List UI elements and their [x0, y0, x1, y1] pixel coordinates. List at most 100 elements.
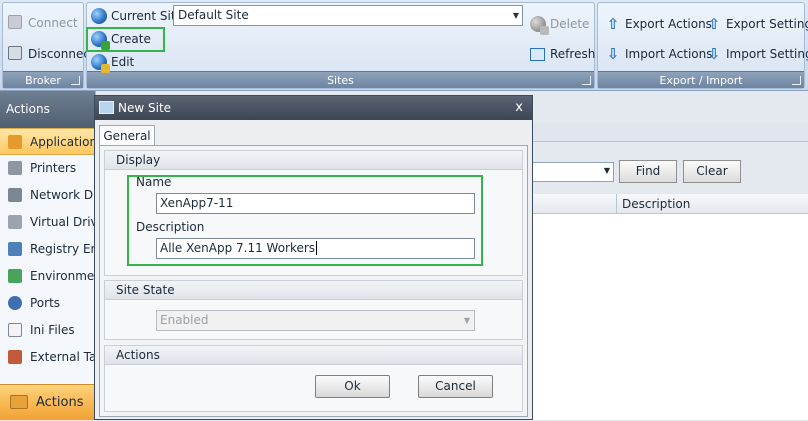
create-highlight: [86, 27, 165, 52]
name-label: Name: [136, 175, 172, 189]
import-arrow-icon: ⇩: [707, 45, 721, 63]
sidebar-footer-actions[interactable]: Actions: [0, 384, 95, 420]
ok-button[interactable]: Ok: [315, 375, 390, 398]
sidebar-item-label: Environment: [30, 269, 95, 283]
export-settings-label: Export Settings: [726, 17, 808, 31]
current-site-select[interactable]: Default Site ▼: [173, 5, 523, 26]
site-state-select[interactable]: Enabled ▼: [156, 310, 475, 331]
sidebar-item-printers[interactable]: Printers: [0, 155, 95, 182]
port-icon: [8, 296, 22, 310]
import-settings-button[interactable]: ⇩ Import Settings: [703, 44, 808, 64]
sidebar-item-label: Registry Entries: [30, 242, 95, 256]
ribbon-group-broker: Connect Disconnect Broker: [2, 2, 95, 89]
sidebar-item-label: Ports: [30, 296, 61, 310]
text-cursor: [316, 241, 318, 255]
ini-file-icon: [8, 323, 22, 337]
export-actions-button[interactable]: ⇧ Export Actions: [602, 14, 712, 34]
ribbon: Connect Disconnect Broker Sites Current …: [0, 0, 808, 91]
dialog-launcher-icon[interactable]: [792, 76, 801, 85]
environment-icon: [8, 269, 22, 283]
sidebar-item-label: Applications: [30, 135, 95, 149]
description-label: Description: [136, 220, 205, 234]
disconnect-label: Disconnect: [28, 47, 95, 61]
sidebar-item-external-tasks[interactable]: External Tasks: [0, 344, 95, 371]
disconnect-button[interactable]: Disconnect: [5, 44, 95, 64]
group-caption-export-import: Export / Import: [598, 71, 804, 88]
connect-label: Connect: [28, 16, 78, 30]
cancel-button[interactable]: Cancel: [418, 375, 493, 398]
import-actions-button[interactable]: ⇩ Import Actions: [602, 44, 713, 64]
edit-site-button[interactable]: Edit: [88, 52, 135, 73]
sidebar-item-virtual-drives[interactable]: Virtual Drives: [0, 209, 95, 236]
refresh-label: Refresh: [550, 47, 596, 61]
sidebar-item-label: Printers: [30, 161, 77, 175]
sidebar-item-label: Ini Files: [30, 323, 75, 337]
name-value: XenApp7-11: [160, 196, 234, 210]
sidebar-item-applications[interactable]: Applications: [0, 128, 95, 155]
sidebar-item-label: Virtual Drives: [30, 215, 95, 229]
background-search-select[interactable]: ▼: [530, 162, 614, 182]
sidebar-header: Actions: [0, 91, 95, 128]
new-site-dialog: New Site x General Display Name XenApp7-…: [94, 95, 533, 420]
sidebar-item-label: Network Drives: [30, 188, 95, 202]
current-site-label: Current Site: [88, 6, 183, 26]
close-icon[interactable]: x: [515, 96, 523, 120]
dialog-titlebar: New Site x: [95, 96, 532, 120]
display-section-heading: Display: [105, 151, 522, 170]
actions-section-heading: Actions: [105, 346, 522, 365]
background-tab-row: [530, 122, 808, 142]
site-state-value: Enabled: [160, 313, 209, 327]
external-task-icon: [8, 350, 22, 364]
export-arrow-icon: ⇧: [707, 15, 721, 33]
printer-icon: [8, 161, 22, 175]
tab-general[interactable]: General: [99, 125, 155, 147]
applications-icon: [8, 135, 22, 149]
globe-icon: [91, 8, 107, 24]
name-field[interactable]: XenApp7-11: [156, 193, 475, 214]
group-caption-sites: Sites: [87, 71, 594, 88]
dialog-title: New Site: [118, 101, 172, 115]
export-actions-label: Export Actions: [625, 17, 712, 31]
sidebar-item-ini-files[interactable]: Ini Files: [0, 317, 95, 344]
find-button[interactable]: Find: [619, 160, 677, 183]
dialog-launcher-icon[interactable]: [71, 76, 80, 85]
export-arrow-icon: ⇧: [606, 15, 620, 33]
import-settings-label: Import Settings: [726, 47, 808, 61]
sidebar-item-ports[interactable]: Ports: [0, 290, 95, 317]
actions-grid: Description: [530, 194, 808, 420]
disconnect-icon: [8, 46, 22, 60]
registry-icon: [8, 242, 22, 256]
import-arrow-icon: ⇩: [606, 45, 620, 63]
current-site-value: Default Site: [178, 8, 249, 22]
sidebar-item-network-drives[interactable]: Network Drives: [0, 182, 95, 209]
sidebar-item-label: External Tasks: [30, 350, 95, 364]
description-field[interactable]: Alle XenApp 7.11 Workers: [156, 238, 475, 259]
delete-label: Delete: [550, 17, 590, 31]
globe-delete-icon: [530, 16, 549, 35]
import-actions-label: Import Actions: [625, 47, 713, 61]
clear-button[interactable]: Clear: [683, 160, 741, 183]
export-settings-button[interactable]: ⇧ Export Settings: [703, 14, 808, 34]
delete-site-button[interactable]: Delete: [527, 14, 590, 35]
connect-button[interactable]: Connect: [5, 13, 78, 33]
sidebar-item-registry-entries[interactable]: Registry Entries: [0, 236, 95, 263]
globe-edit-icon: [91, 54, 110, 73]
actions-sidebar: Actions Applications Printers Network Dr…: [0, 91, 96, 420]
column-header-description[interactable]: Description: [616, 194, 690, 214]
refresh-icon: [530, 48, 545, 61]
site-state-section-heading: Site State: [105, 281, 522, 300]
chevron-down-icon: ▼: [512, 11, 519, 20]
sidebar-item-environment[interactable]: Environment: [0, 263, 95, 290]
edit-label: Edit: [111, 55, 135, 69]
grid-header: Description: [530, 194, 808, 214]
connect-icon: [8, 15, 22, 29]
general-tab-body: Display Name XenApp7-11 Description Alle…: [99, 145, 528, 417]
window-icon: [99, 101, 114, 114]
dialog-launcher-icon[interactable]: [582, 76, 591, 85]
folder-icon: [10, 395, 28, 409]
refresh-button[interactable]: Refresh: [527, 44, 595, 64]
virtual-drive-icon: [8, 215, 22, 229]
chevron-down-icon: ▼: [603, 166, 610, 175]
description-value: Alle XenApp 7.11 Workers: [160, 241, 316, 255]
network-drive-icon: [8, 188, 22, 202]
